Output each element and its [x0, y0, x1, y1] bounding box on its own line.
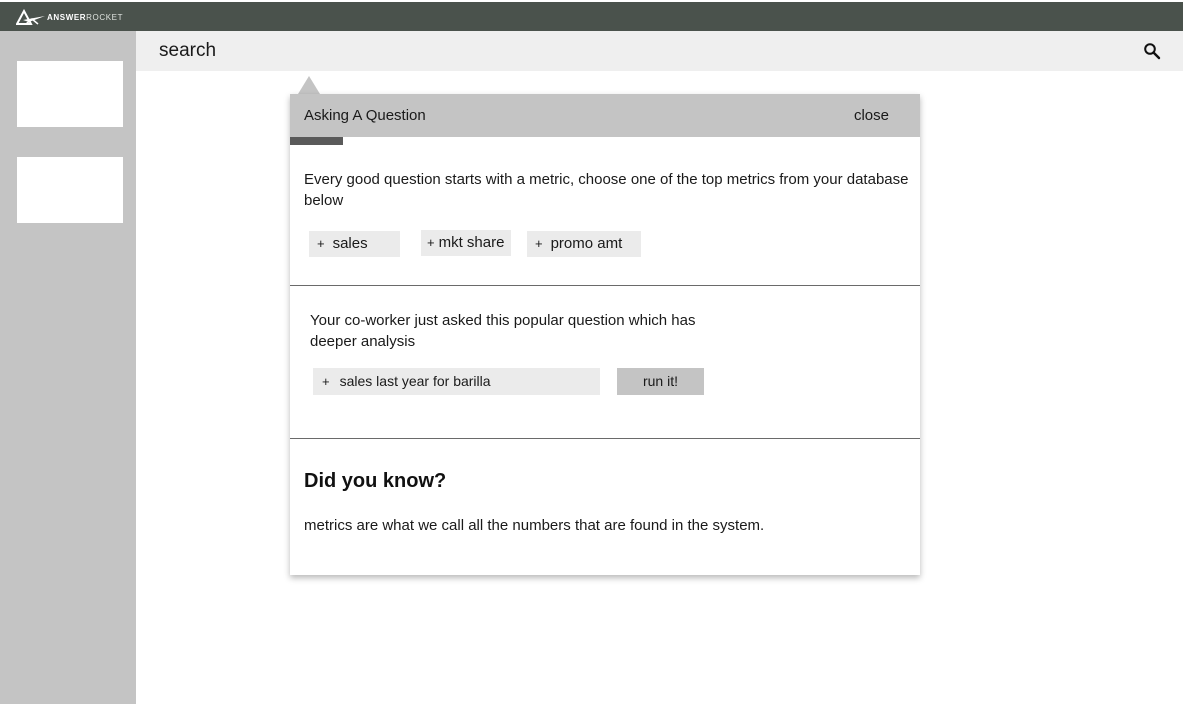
section-divider: [290, 285, 920, 286]
search-input[interactable]: search: [159, 40, 216, 62]
plus-icon: +: [322, 374, 330, 389]
sidebar-card-2[interactable]: [17, 157, 123, 223]
tip-text: metrics are what we call all the numbers…: [304, 517, 765, 534]
panel-title: Asking A Question: [304, 107, 426, 124]
popular-question-chip[interactable]: + sales last year for barilla: [313, 368, 600, 395]
plus-icon: +: [535, 236, 543, 251]
rocket-logo-icon: [16, 9, 45, 25]
chip-label: promo amt: [550, 235, 623, 252]
answerrocket-logo[interactable]: ANSWERROCKET: [16, 8, 123, 26]
run-it-button[interactable]: run it!: [617, 368, 704, 395]
search-icon[interactable]: [1143, 42, 1161, 60]
popular-question-text-line2: deeper analysis: [310, 333, 416, 350]
popover-caret: [298, 76, 320, 94]
popular-question-label: sales last year for barilla: [339, 373, 491, 389]
plus-icon: +: [317, 236, 325, 251]
metric-chip-sales[interactable]: + sales: [309, 231, 400, 257]
search-bar[interactable]: search: [136, 31, 1183, 71]
metrics-intro-text: Every good question starts with a metric…: [304, 171, 909, 209]
plus-icon: +: [427, 235, 435, 250]
section-divider: [290, 438, 920, 439]
asking-question-panel: Asking A Question close Every good quest…: [290, 94, 920, 575]
sidebar: [0, 31, 136, 704]
popular-question-text-line1: Your co-worker just asked this popular q…: [310, 312, 696, 329]
logo-wordmark: ANSWERROCKET: [47, 12, 124, 22]
metric-chip-mkt-share[interactable]: + mkt share: [421, 230, 511, 256]
close-button[interactable]: close: [854, 107, 889, 124]
top-bar: ANSWERROCKET: [0, 0, 1183, 31]
chip-label: sales: [332, 235, 368, 252]
sidebar-card-1[interactable]: [17, 61, 123, 127]
tip-heading: Did you know?: [304, 470, 447, 492]
progress-indicator: [290, 137, 343, 145]
metric-chip-promo-amt[interactable]: + promo amt: [527, 231, 641, 257]
chip-label: mkt share: [438, 234, 505, 251]
panel-header: Asking A Question close: [290, 94, 920, 137]
